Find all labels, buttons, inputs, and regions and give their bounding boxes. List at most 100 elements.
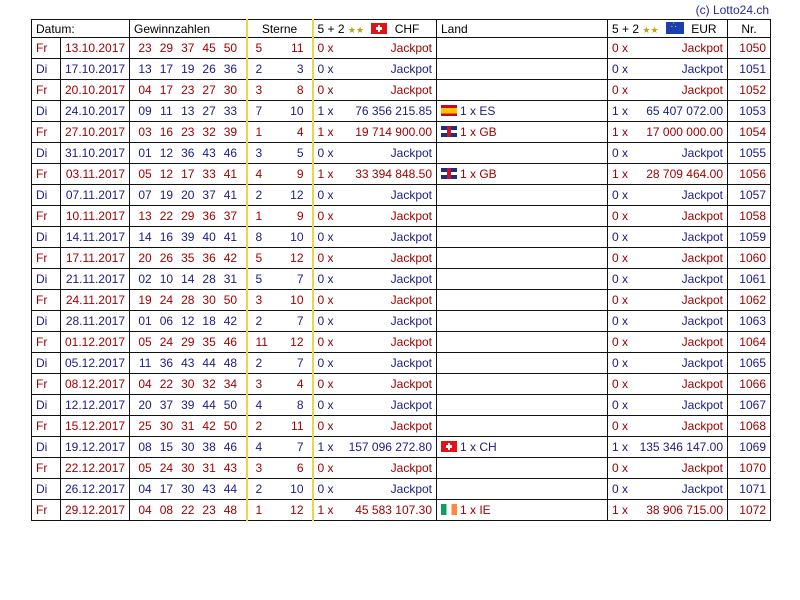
chf-prize: 0 x Jackpot <box>311 205 437 227</box>
draw-nr: 1072 <box>727 499 771 521</box>
winning-number: 09 <box>138 104 152 118</box>
stars-icon: ★★ <box>347 24 365 35</box>
star-numbers: 34 <box>245 373 314 395</box>
winning-number: 39 <box>181 230 195 244</box>
chf-prize: 0 x Jackpot <box>311 457 437 479</box>
winning-numbers: 04 22 30 32 34 <box>129 373 247 395</box>
eur-winners: 0 x <box>612 482 629 496</box>
chf-amount: Jackpot <box>390 272 432 286</box>
chf-prize: 0 x Jackpot <box>311 289 437 311</box>
eur-amount: Jackpot <box>681 62 723 76</box>
chf-amount: 157 096 272.80 <box>348 440 432 454</box>
winning-numbers: 01 12 36 43 46 <box>129 142 247 164</box>
eur-amount: Jackpot <box>681 377 723 391</box>
table-row: Fr 29.12.2017 04 08 22 23 48 1 12 1 x 45 583 1… <box>31 499 771 521</box>
chf-prize: 0 x Jackpot <box>311 394 437 416</box>
table-row: Fr 08.12.2017 04 22 30 32 34 3 4 0 x Jackpot 0 … <box>31 373 771 395</box>
star-number: 3 <box>255 293 263 307</box>
draw-date: 13.10.2017 <box>60 37 130 59</box>
star-number: 6 <box>296 461 304 475</box>
table-row: Fr 20.10.2017 04 17 23 27 30 3 8 0 x Jackpot 0 … <box>31 79 771 101</box>
winning-number: 30 <box>202 293 216 307</box>
weekday: Fr <box>31 331 61 353</box>
star-number: 9 <box>296 209 304 223</box>
winning-number: 37 <box>159 398 174 412</box>
table-row: Di 21.11.2017 02 10 14 28 31 5 7 0 x Jackpot 0 … <box>31 268 771 290</box>
star-numbers: 19 <box>245 205 314 227</box>
winning-number: 27 <box>202 104 216 118</box>
winning-number: 28 <box>181 293 195 307</box>
ie-flag-icon <box>441 504 457 515</box>
draw-nr: 1065 <box>727 352 771 374</box>
draw-nr: 1064 <box>727 331 771 353</box>
star-number: 3 <box>255 461 263 475</box>
weekday: Di <box>31 184 61 206</box>
es-flag-icon <box>441 105 457 116</box>
eur-winners: 1 x <box>612 125 629 139</box>
table-row: Di 07.11.2017 07 19 20 37 41 2 12 0 x Jackpot 0… <box>31 184 771 206</box>
star-numbers: 48 <box>245 394 314 416</box>
weekday: Di <box>31 226 61 248</box>
winning-number: 35 <box>181 251 195 265</box>
winning-number: 27 <box>202 83 216 97</box>
weekday: Di <box>31 436 61 458</box>
winning-number: 42 <box>223 314 238 328</box>
winning-number: 25 <box>138 419 152 433</box>
star-numbers: 7 10 <box>245 100 314 122</box>
eur-amount: Jackpot <box>681 293 723 307</box>
land-cell <box>436 331 608 353</box>
eur-amount: Jackpot <box>681 335 723 349</box>
chf-amount: 76 356 215.85 <box>355 104 432 118</box>
star-number: 5 <box>255 41 263 55</box>
winning-number: 43 <box>202 482 216 496</box>
star-numbers: 57 <box>245 268 314 290</box>
chf-amount: Jackpot <box>390 209 432 223</box>
weekday: Fr <box>31 415 61 437</box>
eur-amount: Jackpot <box>681 188 723 202</box>
winning-number: 37 <box>181 41 195 55</box>
chf-winners: 0 x <box>317 62 334 76</box>
winning-number: 19 <box>159 188 174 202</box>
land-cell <box>436 268 608 290</box>
chf-winners: 0 x <box>317 377 334 391</box>
draw-date: 03.11.2017 <box>60 163 130 185</box>
eur-winners: 0 x <box>612 230 629 244</box>
star-numbers: 27 <box>245 310 314 332</box>
winning-number: 17 <box>159 482 174 496</box>
draw-date: 28.11.2017 <box>60 310 130 332</box>
chf-prize: 0 x Jackpot <box>311 331 437 353</box>
star-numbers: 2 10 <box>245 478 314 500</box>
eur-amount: Jackpot <box>681 419 723 433</box>
chf-winners: 0 x <box>317 230 334 244</box>
star-numbers: 5 12 <box>245 247 314 269</box>
eur-prize: 0 x Jackpot <box>607 394 728 416</box>
weekday: Fr <box>31 205 61 227</box>
chf-winners: 0 x <box>317 188 334 202</box>
winning-number: 13 <box>138 62 152 76</box>
eur-prize: 0 x Jackpot <box>607 373 728 395</box>
land-cell <box>436 184 608 206</box>
draw-date: 05.12.2017 <box>60 352 130 374</box>
winning-number: 50 <box>223 293 238 307</box>
eu-flag-icon <box>665 21 684 34</box>
winning-number: 31 <box>202 461 216 475</box>
winning-number: 23 <box>181 83 195 97</box>
draw-nr: 1061 <box>727 268 771 290</box>
star-numbers: 36 <box>245 457 314 479</box>
chf-amount: Jackpot <box>390 377 432 391</box>
table-row: Di 28.11.2017 01 06 12 18 42 2 7 0 x Jackpot 0 … <box>31 310 771 332</box>
eur-amount: Jackpot <box>681 398 723 412</box>
winning-numbers: 01 06 12 18 42 <box>129 310 247 332</box>
winning-number: 50 <box>223 419 238 433</box>
chf-amount: Jackpot <box>390 230 432 244</box>
winning-number: 17 <box>181 167 195 181</box>
winning-number: 44 <box>202 356 216 370</box>
chf-prize: 0 x Jackpot <box>311 352 437 374</box>
winning-numbers: 23 29 37 45 50 <box>129 37 247 59</box>
winning-number: 13 <box>181 104 195 118</box>
eur-prize: 1 x 38 906 715.00 <box>607 499 728 521</box>
weekday: Fr <box>31 37 61 59</box>
eur-prize: 0 x Jackpot <box>607 184 728 206</box>
star-number: 11 <box>255 335 268 349</box>
eur-winners: 0 x <box>612 335 629 349</box>
